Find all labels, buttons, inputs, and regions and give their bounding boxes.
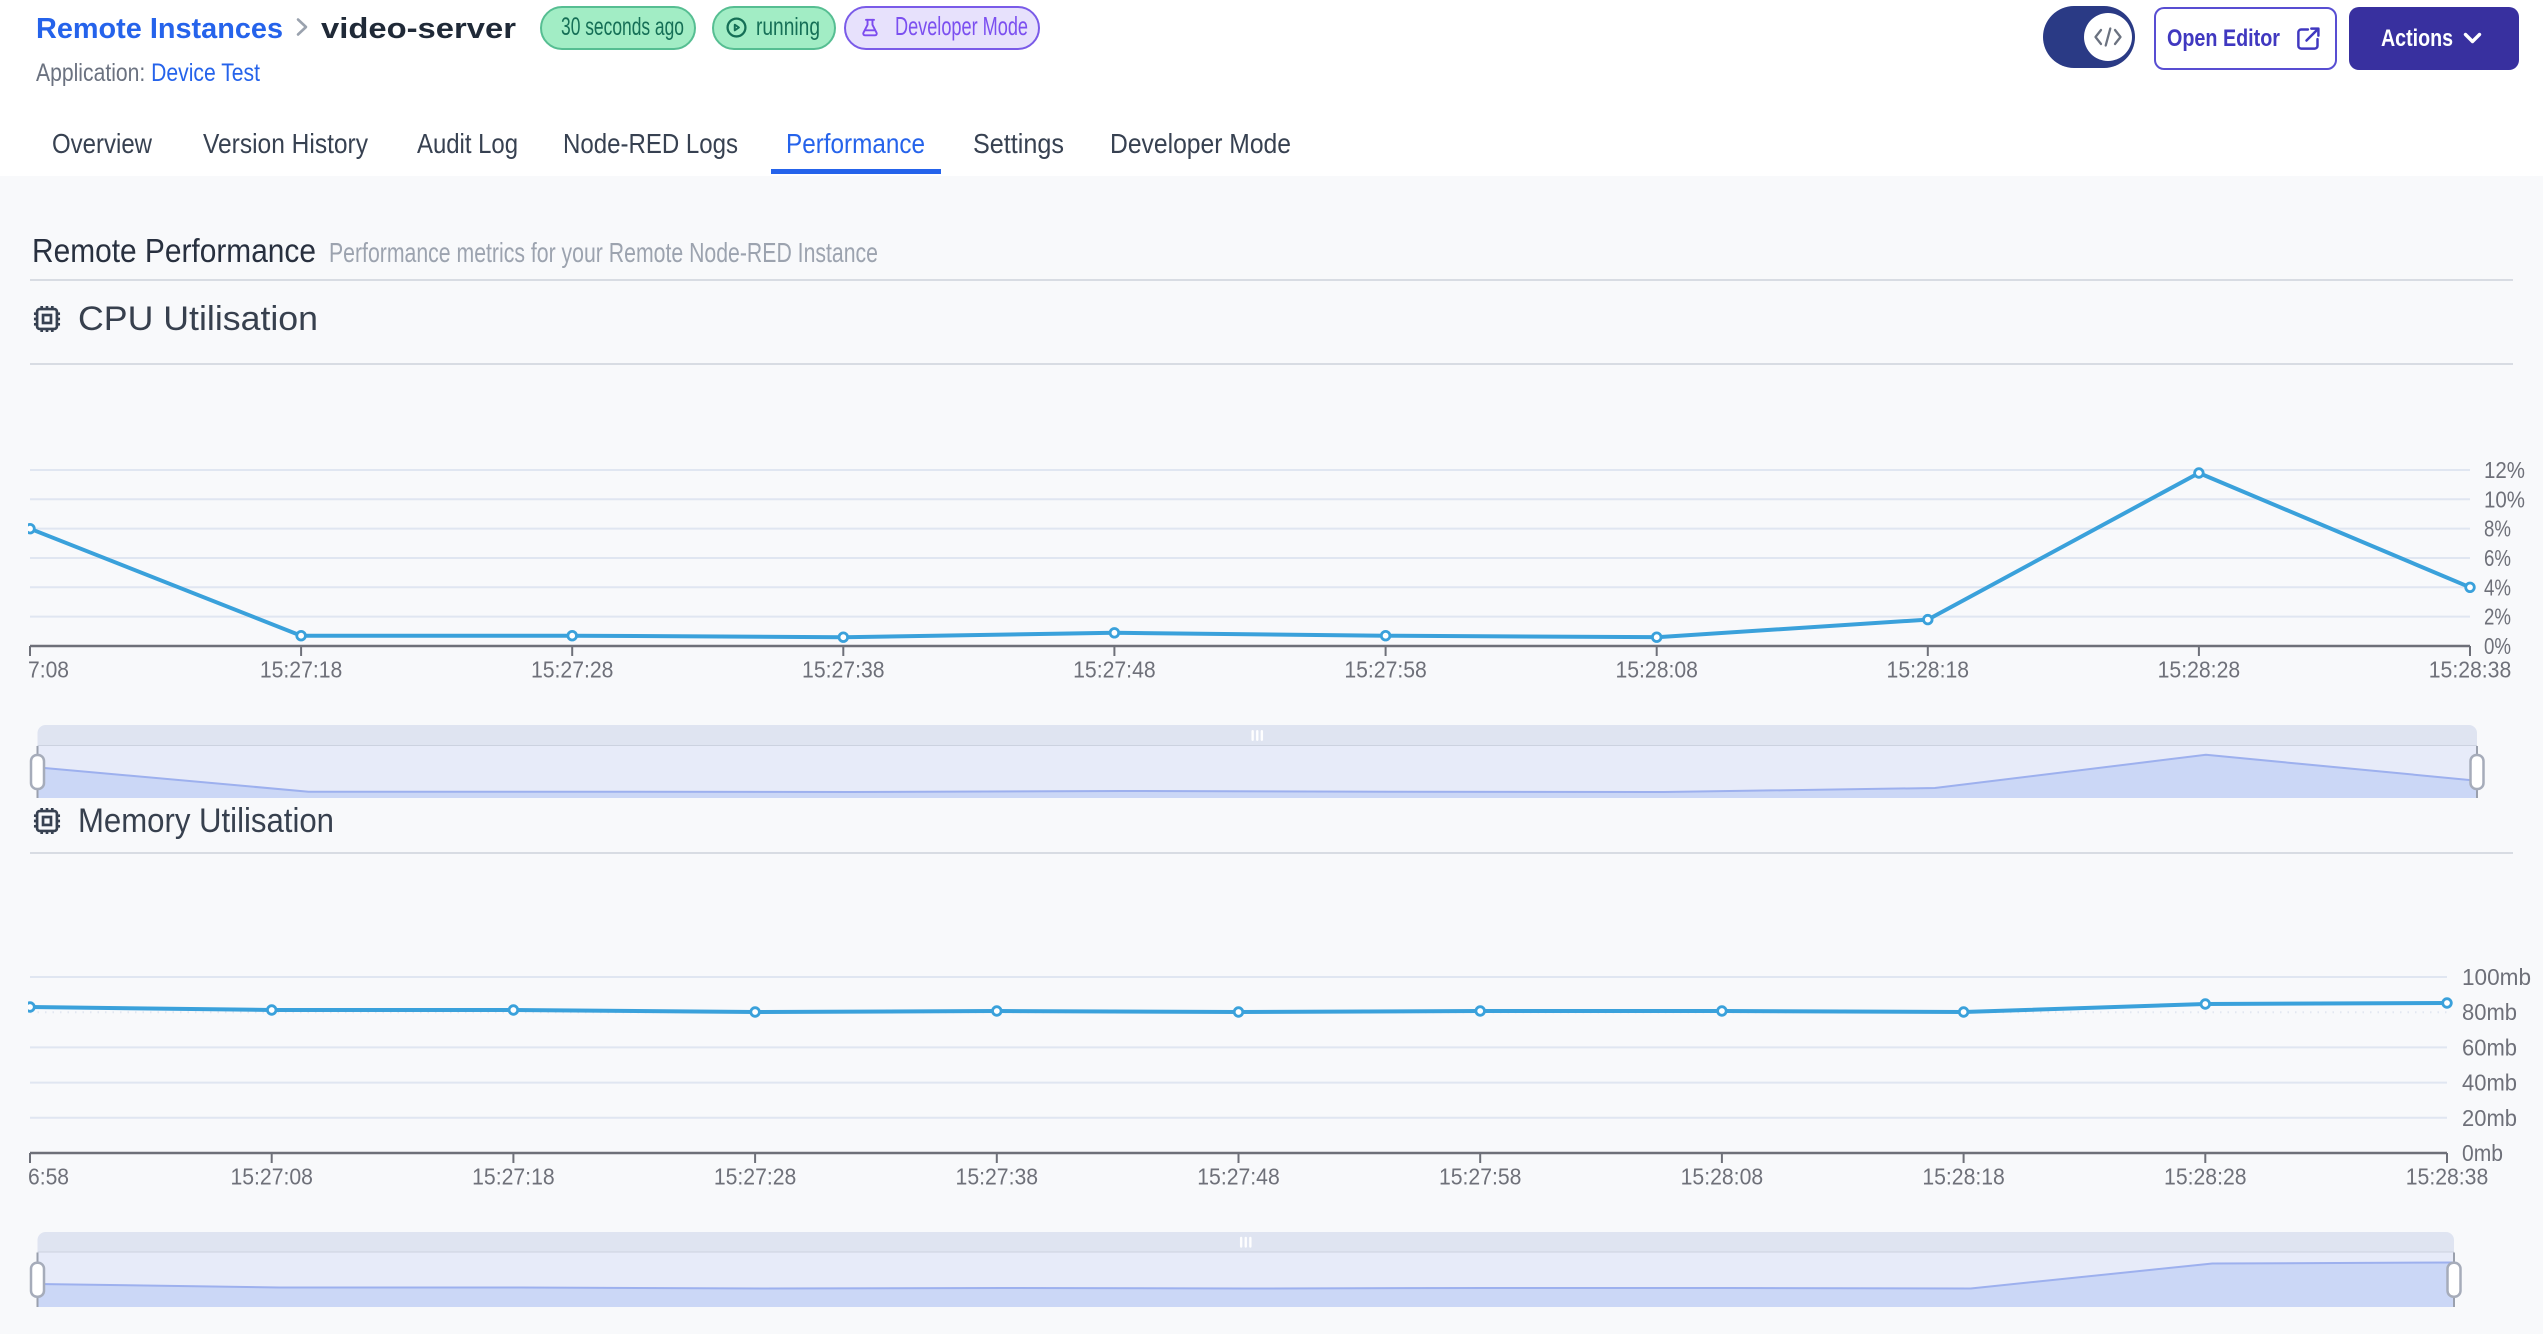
svg-text:15:28:18: 15:28:18 [1922,1164,2005,1190]
svg-text:15:28:38: 15:28:38 [2429,657,2512,683]
svg-text:15:28:28: 15:28:28 [2158,657,2241,683]
svg-text:15:27:38: 15:27:38 [802,657,885,683]
svg-text:15:27:18: 15:27:18 [472,1164,555,1190]
svg-text:15:28:18: 15:28:18 [1887,657,1970,683]
svg-text:15:27:48: 15:27:48 [1197,1164,1280,1190]
svg-text:15:27:58: 15:27:58 [1439,1164,1522,1190]
svg-text:2%: 2% [2484,604,2511,630]
svg-text:15:28:28: 15:28:28 [2164,1164,2247,1190]
svg-text:12%: 12% [2484,457,2525,483]
svg-text:15:28:08: 15:28:08 [1681,1164,1764,1190]
svg-text:15:27:28: 15:27:28 [714,1164,797,1190]
svg-text:0mb: 0mb [2462,1140,2503,1166]
svg-text:0%: 0% [2484,633,2511,659]
svg-text:7:08: 7:08 [28,657,69,683]
svg-text:40mb: 40mb [2462,1070,2517,1096]
svg-text:20mb: 20mb [2462,1105,2517,1131]
svg-text:80mb: 80mb [2462,999,2517,1025]
svg-text:100mb: 100mb [2462,964,2531,990]
svg-text:15:27:48: 15:27:48 [1073,657,1156,683]
svg-text:15:27:18: 15:27:18 [260,657,343,683]
svg-text:15:28:38: 15:28:38 [2406,1164,2489,1190]
svg-text:6%: 6% [2484,545,2511,571]
svg-text:15:27:28: 15:27:28 [531,657,614,683]
svg-text:6:58: 6:58 [28,1164,69,1190]
svg-text:15:27:08: 15:27:08 [230,1164,313,1190]
svg-text:15:27:58: 15:27:58 [1344,657,1427,683]
svg-text:10%: 10% [2484,486,2525,512]
svg-text:8%: 8% [2484,516,2511,542]
svg-text:60mb: 60mb [2462,1034,2517,1060]
svg-text:4%: 4% [2484,574,2511,600]
svg-text:15:27:38: 15:27:38 [956,1164,1039,1190]
svg-text:15:28:08: 15:28:08 [1615,657,1698,683]
